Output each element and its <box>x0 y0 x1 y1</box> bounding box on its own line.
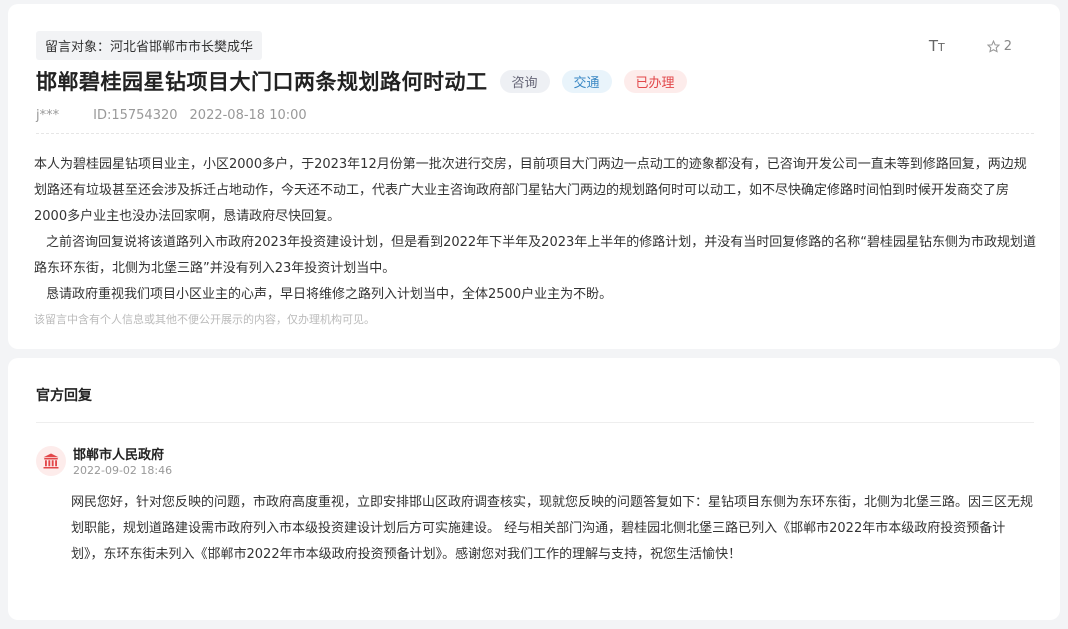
font-size-icon[interactable]: TT <box>929 37 945 55</box>
privacy-notice: 该留言中含有个人信息或其他不便公开展示的内容，仅办理机构可见。 <box>34 313 375 326</box>
favorite-button[interactable]: 2 <box>986 38 1012 54</box>
message-paragraph: 本人为碧桂园星钻项目业主，小区2000多户，于2023年12月份第一批次进行交房… <box>34 157 1027 224</box>
reply-org-name: 邯郸市人民政府 <box>73 448 165 463</box>
avatar <box>36 446 66 476</box>
tag-consult: 咨询 <box>499 69 550 93</box>
page-title: 邯郸碧桂园星钻项目大门口两条规划路何时动工 <box>36 70 488 94</box>
message-toolbar: TT 2 <box>929 37 1012 55</box>
reply-card: 官方回复 邯郸市人民政府 2022-09-02 18:46 网民您好，针对您反映… <box>8 358 1060 620</box>
title-row: 邯郸碧桂园星钻项目大门口两条规划路何时动工 咨询 交通 已办理 <box>36 66 699 96</box>
reply-time: 2022-09-02 18:46 <box>73 464 173 477</box>
message-content: 本人为碧桂园星钻项目业主，小区2000多户，于2023年12月份第一批次进行交房… <box>34 152 1038 308</box>
divider <box>36 422 1034 423</box>
message-target: 留言对象：河北省邯郸市市长樊成华 <box>36 31 263 60</box>
tag-status-done: 已办理 <box>623 69 687 93</box>
message-id: ID:15754320 <box>93 108 178 123</box>
message-paragraph: 之前咨询回复说将该道路列入市政府2023年投资建设计划，但是看到2022年下半年… <box>34 235 1036 276</box>
tag-traffic: 交通 <box>561 69 612 93</box>
divider <box>36 133 1034 134</box>
favorite-count: 2 <box>1003 38 1012 54</box>
reply-content: 网民您好，针对您反映的问题，市政府高度重视，立即安排邯山区政府调查核实，现就您反… <box>71 495 1034 562</box>
reply-section-title: 官方回复 <box>36 388 92 404</box>
star-icon <box>986 39 1000 53</box>
government-building-icon <box>43 453 59 469</box>
author: j*** <box>36 108 60 123</box>
message-card: 留言对象：河北省邯郸市市长樊成华 TT 2 邯郸碧桂园星钻项目大门口两条规划路何… <box>8 4 1060 349</box>
message-paragraph: 恳请政府重视我们项目小区业主的心声，早日将维修之路列入计划当中，全体2500户业… <box>46 287 613 302</box>
message-date: 2022-08-18 10:00 <box>189 108 307 123</box>
message-meta: j*** ID:15754320 2022-08-18 10:00 <box>36 108 341 123</box>
